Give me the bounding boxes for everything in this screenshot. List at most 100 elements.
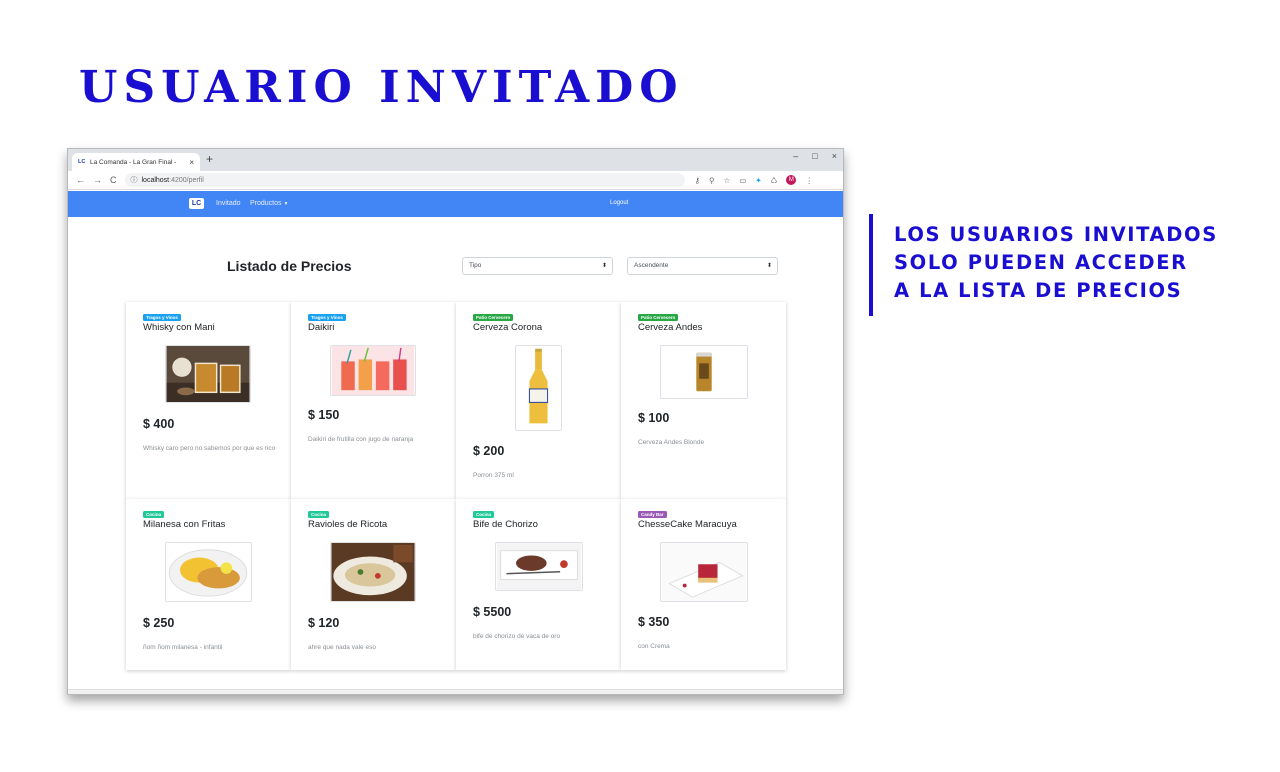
category-badge: Patio Cervecero	[638, 314, 679, 321]
product-name: Cerveza Corona	[473, 322, 543, 333]
browser-window: LC La Comanda - La Gran Final - × + – □ …	[67, 148, 844, 695]
product-name: Milanesa con Fritas	[143, 519, 226, 530]
orden-select-value: Ascendente	[634, 262, 669, 269]
logout-link[interactable]: Logout	[610, 200, 628, 206]
product-card[interactable]: Patio Cervecero Cerveza Andes $ 100 Cerv…	[621, 302, 786, 500]
window-close-icon[interactable]: ×	[832, 151, 837, 161]
minimize-icon[interactable]: –	[793, 151, 798, 161]
url-host: localhost	[141, 176, 170, 184]
new-tab-button[interactable]: +	[206, 152, 213, 166]
nav-productos-label: Productos	[250, 200, 282, 207]
tab-close-icon[interactable]: ×	[189, 158, 194, 167]
favicon-icon: LC	[78, 158, 86, 165]
product-price: $ 100	[638, 411, 670, 425]
callout-line-1: LOS USUARIOS INVITADOS	[894, 223, 1218, 246]
nav-productos-dropdown[interactable]: Productos ▼	[250, 200, 288, 207]
milanesa-plate-icon	[166, 543, 251, 601]
cast-icon[interactable]: ▭	[739, 176, 746, 185]
product-name: Daikiri	[308, 322, 335, 333]
menu-dots-icon[interactable]: ⋮	[805, 176, 813, 185]
select-arrows-icon: ⬍	[766, 263, 772, 269]
whisky-image	[165, 345, 251, 403]
product-card[interactable]: Cocina Milanesa con Fritas $ 250 ñom ñom…	[126, 499, 291, 670]
product-card[interactable]: Tragos y Vinos Whisky con Mani $ 400 Whi…	[126, 302, 291, 500]
forward-icon[interactable]: →	[93, 175, 102, 185]
category-badge: Patio Cervecero	[473, 314, 514, 321]
product-card[interactable]: Cocina Ravioles de Ricota $ 120 ahre que…	[291, 499, 456, 670]
tab-strip: LC La Comanda - La Gran Final - × + – □ …	[68, 149, 843, 171]
extensions-icon[interactable]: ♺	[771, 176, 778, 185]
slide: USUARIO INVITADO LOS USUARIOS INVITADOS …	[0, 0, 1280, 772]
ravioles-image	[330, 542, 416, 602]
cheesecake-image	[660, 542, 748, 602]
zoom-icon[interactable]: ⚲	[709, 176, 715, 185]
profile-avatar[interactable]: M	[786, 175, 797, 185]
product-name: Bife de Chorizo	[473, 519, 538, 530]
product-description: bife de chorizo de vaca de oro	[473, 633, 561, 640]
orden-select[interactable]: Ascendente ⬍	[627, 257, 778, 275]
back-icon[interactable]: ←	[76, 175, 85, 185]
horizontal-scrollbar[interactable]	[68, 689, 843, 694]
daikiri-image	[330, 345, 416, 396]
product-price: $ 5500	[473, 605, 512, 619]
category-badge: Cocina	[473, 511, 495, 518]
address-bar: ← → C ⓘ localhost:4200/perfil ⚷ ⚲ ☆ ▭ ✦ …	[68, 171, 843, 190]
category-badge: Cocina	[143, 511, 165, 518]
product-description: Porron 375 ml	[473, 472, 514, 479]
beer-can-icon	[661, 346, 747, 398]
whisky-glasses-icon	[166, 346, 250, 402]
brand-logo[interactable]: LC	[189, 198, 204, 209]
product-price: $ 200	[473, 444, 505, 458]
pasta-plate-icon	[331, 543, 415, 601]
product-price: $ 150	[308, 408, 340, 422]
product-card[interactable]: Patio Cervecero Cerveza Corona $ 200 Por…	[456, 302, 621, 500]
product-name: ChesseCake Maracuya	[638, 519, 737, 530]
url-path: :4200/perfil	[169, 176, 204, 184]
browser-tab[interactable]: LC La Comanda - La Gran Final - ×	[72, 153, 200, 171]
page-title: Listado de Precios	[227, 258, 352, 274]
andes-image	[660, 345, 748, 399]
maximize-icon[interactable]: □	[812, 151, 817, 161]
page-content: Listado de Precios Tipo ⬍ Ascendente ⬍ T…	[68, 217, 843, 694]
product-card[interactable]: Cocina Bife de Chorizo $ 5500 bife de ch…	[456, 499, 621, 670]
product-price: $ 250	[143, 616, 175, 630]
site-info-icon[interactable]: ⓘ	[131, 175, 138, 185]
cheesecake-plate-icon	[661, 543, 747, 601]
callout: LOS USUARIOS INVITADOS SOLO PUEDEN ACCED…	[869, 214, 1218, 316]
product-grid: Tragos y Vinos Whisky con Mani $ 400 Whi…	[126, 302, 787, 670]
callout-line-2: SOLO PUEDEN ACCEDER	[894, 251, 1188, 274]
window-controls: – □ ×	[793, 151, 837, 161]
browser-toolbar-icons: ⚷ ⚲ ☆ ▭ ✦ ♺ M ⋮	[695, 175, 813, 185]
bookmark-star-icon[interactable]: ☆	[724, 176, 731, 185]
product-card[interactable]: Tragos y Vinos Daikiri $ 150 Daikiri de …	[291, 302, 456, 500]
steak-plate-icon	[496, 543, 582, 590]
category-badge: Tragos y Vinos	[308, 314, 346, 321]
product-description: con Crema	[638, 643, 670, 650]
product-description: ñom ñom milanesa - infantil	[143, 644, 223, 651]
app-navbar: LC Invitado Productos ▼ Logout	[68, 191, 843, 217]
product-description: Whisky caro pero no sabemos por que es r…	[143, 445, 276, 452]
url-input[interactable]: ⓘ localhost:4200/perfil	[124, 173, 685, 187]
product-price: $ 120	[308, 616, 340, 630]
category-badge: Cocina	[308, 511, 330, 518]
product-description: Daikiri de frutilla con jugo de naranja	[308, 436, 414, 443]
tipo-select[interactable]: Tipo ⬍	[462, 257, 613, 275]
reload-icon[interactable]: C	[110, 175, 117, 185]
category-badge: Candy Bar	[638, 511, 667, 518]
select-arrows-icon: ⬍	[601, 263, 607, 269]
nav-invitado[interactable]: Invitado	[216, 200, 241, 207]
product-card[interactable]: Candy Bar ChesseCake Maracuya $ 350 con …	[621, 499, 786, 670]
slide-title: USUARIO INVITADO	[79, 62, 684, 113]
callout-line-3: A LA LISTA DE PRECIOS	[894, 279, 1183, 302]
tab-title: La Comanda - La Gran Final -	[90, 158, 177, 166]
corona-image	[515, 345, 562, 431]
product-name: Ravioles de Ricota	[308, 519, 388, 530]
bife-image	[495, 542, 583, 591]
beer-bottle-icon	[516, 346, 561, 430]
key-icon[interactable]: ⚷	[695, 176, 701, 185]
twitter-icon[interactable]: ✦	[755, 176, 761, 185]
product-price: $ 400	[143, 417, 175, 431]
product-name: Whisky con Mani	[143, 322, 215, 333]
product-name: Cerveza Andes	[638, 322, 703, 333]
product-description: Cerveza Andes Blonde	[638, 439, 705, 446]
